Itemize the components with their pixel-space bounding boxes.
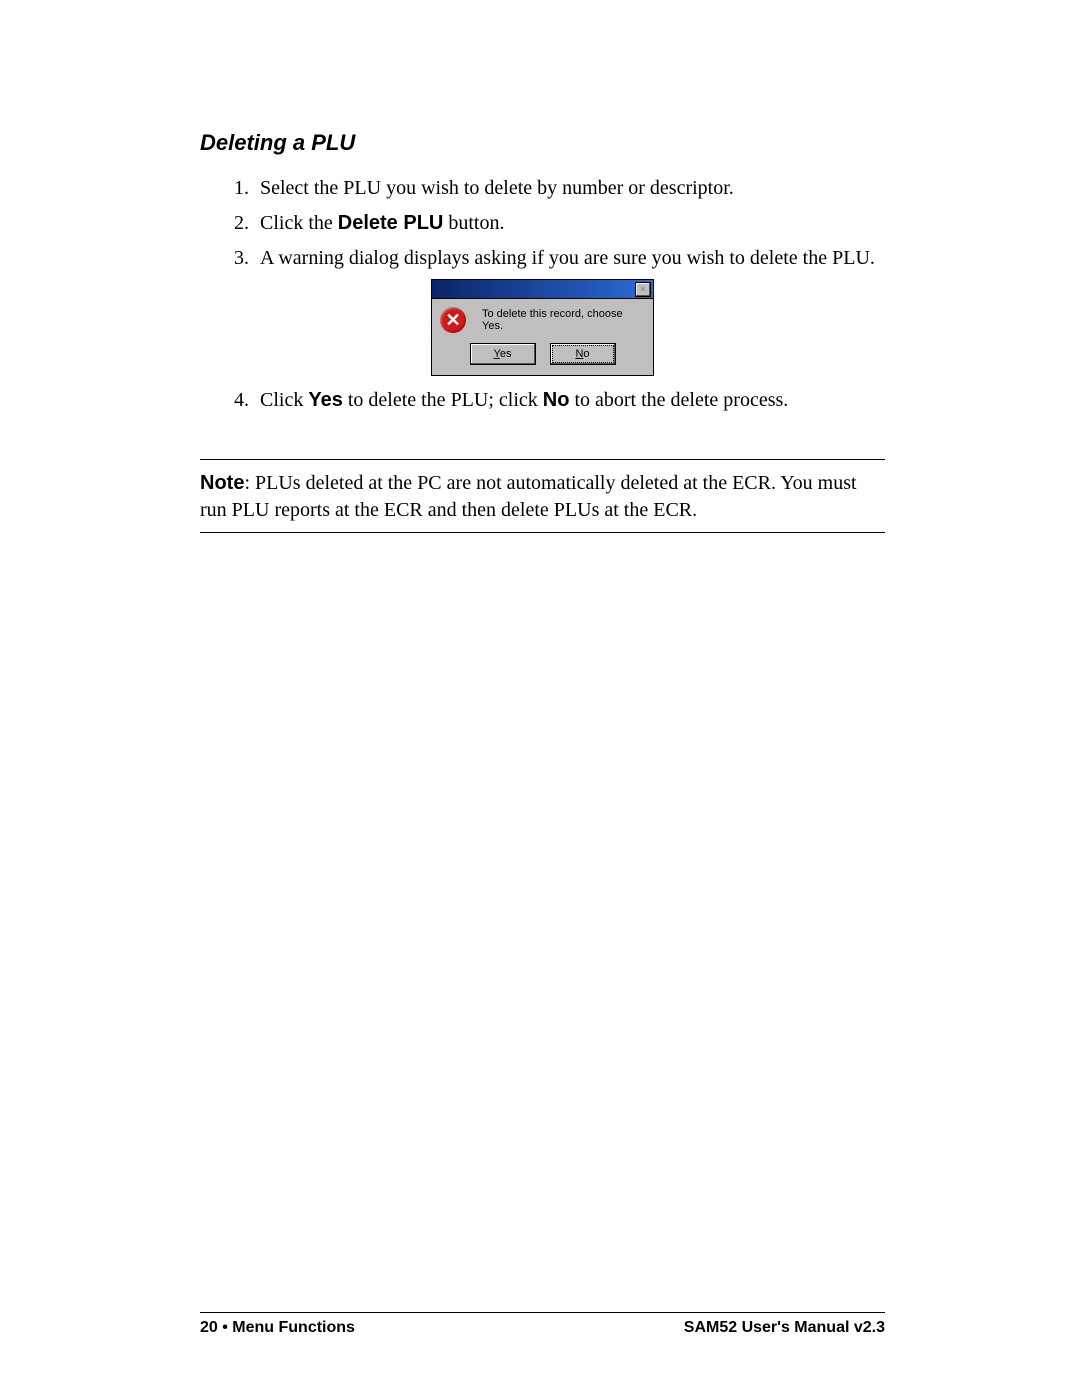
dialog-message: To delete this record, choose Yes. xyxy=(482,308,645,332)
manual-page: Deleting a PLU Select the PLU you wish t… xyxy=(0,0,1080,1397)
delete-plu-bold: Delete PLU xyxy=(338,212,444,234)
step-2: Click the Delete PLU button. xyxy=(254,209,885,238)
step-4-a: Click xyxy=(260,389,308,411)
note-body: : PLUs deleted at the PC are not automat… xyxy=(200,472,857,521)
steps-list-cont: Click Yes to delete the PLU; click No to… xyxy=(200,386,885,415)
yes-button[interactable]: Yes xyxy=(470,343,536,365)
footer-left: 20 • Menu Functions xyxy=(200,1319,355,1337)
note-block: Note: PLUs deleted at the PC are not aut… xyxy=(200,459,885,533)
dialog-titlebar: × xyxy=(432,280,653,299)
step-4: Click Yes to delete the PLU; click No to… xyxy=(254,386,885,415)
footer-right: SAM52 User's Manual v2.3 xyxy=(684,1319,885,1337)
dialog-figure: × ✕ To delete this record, choose Yes. Y… xyxy=(200,279,885,376)
dialog-buttons: Yes No xyxy=(432,337,653,375)
footer-line: 20 • Menu Functions SAM52 User's Manual … xyxy=(200,1312,885,1337)
page-footer: 20 • Menu Functions SAM52 User's Manual … xyxy=(200,1312,885,1337)
step-4-no: No xyxy=(543,389,570,411)
step-2-text-a: Click the xyxy=(260,212,338,234)
step-4-c: to abort the delete process. xyxy=(569,389,788,411)
dialog-body: ✕ To delete this record, choose Yes. xyxy=(432,299,653,337)
step-4-yes: Yes xyxy=(308,389,342,411)
note-label: Note xyxy=(200,472,244,494)
close-icon[interactable]: × xyxy=(635,282,651,297)
step-4-b: to delete the PLU; click xyxy=(343,389,543,411)
confirm-dialog: × ✕ To delete this record, choose Yes. Y… xyxy=(431,279,654,376)
no-rest: o xyxy=(583,348,589,360)
step-2-text-b: button. xyxy=(443,212,504,234)
no-button[interactable]: No xyxy=(550,343,616,365)
note-text: Note: PLUs deleted at the PC are not aut… xyxy=(200,460,885,532)
step-3: A warning dialog displays asking if you … xyxy=(254,244,885,273)
step-1: Select the PLU you wish to delete by num… xyxy=(254,174,885,203)
yes-rest: es xyxy=(500,348,512,360)
section-heading: Deleting a PLU xyxy=(200,130,885,156)
note-rule-bottom xyxy=(200,532,885,533)
error-icon: ✕ xyxy=(440,307,466,333)
steps-list: Select the PLU you wish to delete by num… xyxy=(200,174,885,273)
